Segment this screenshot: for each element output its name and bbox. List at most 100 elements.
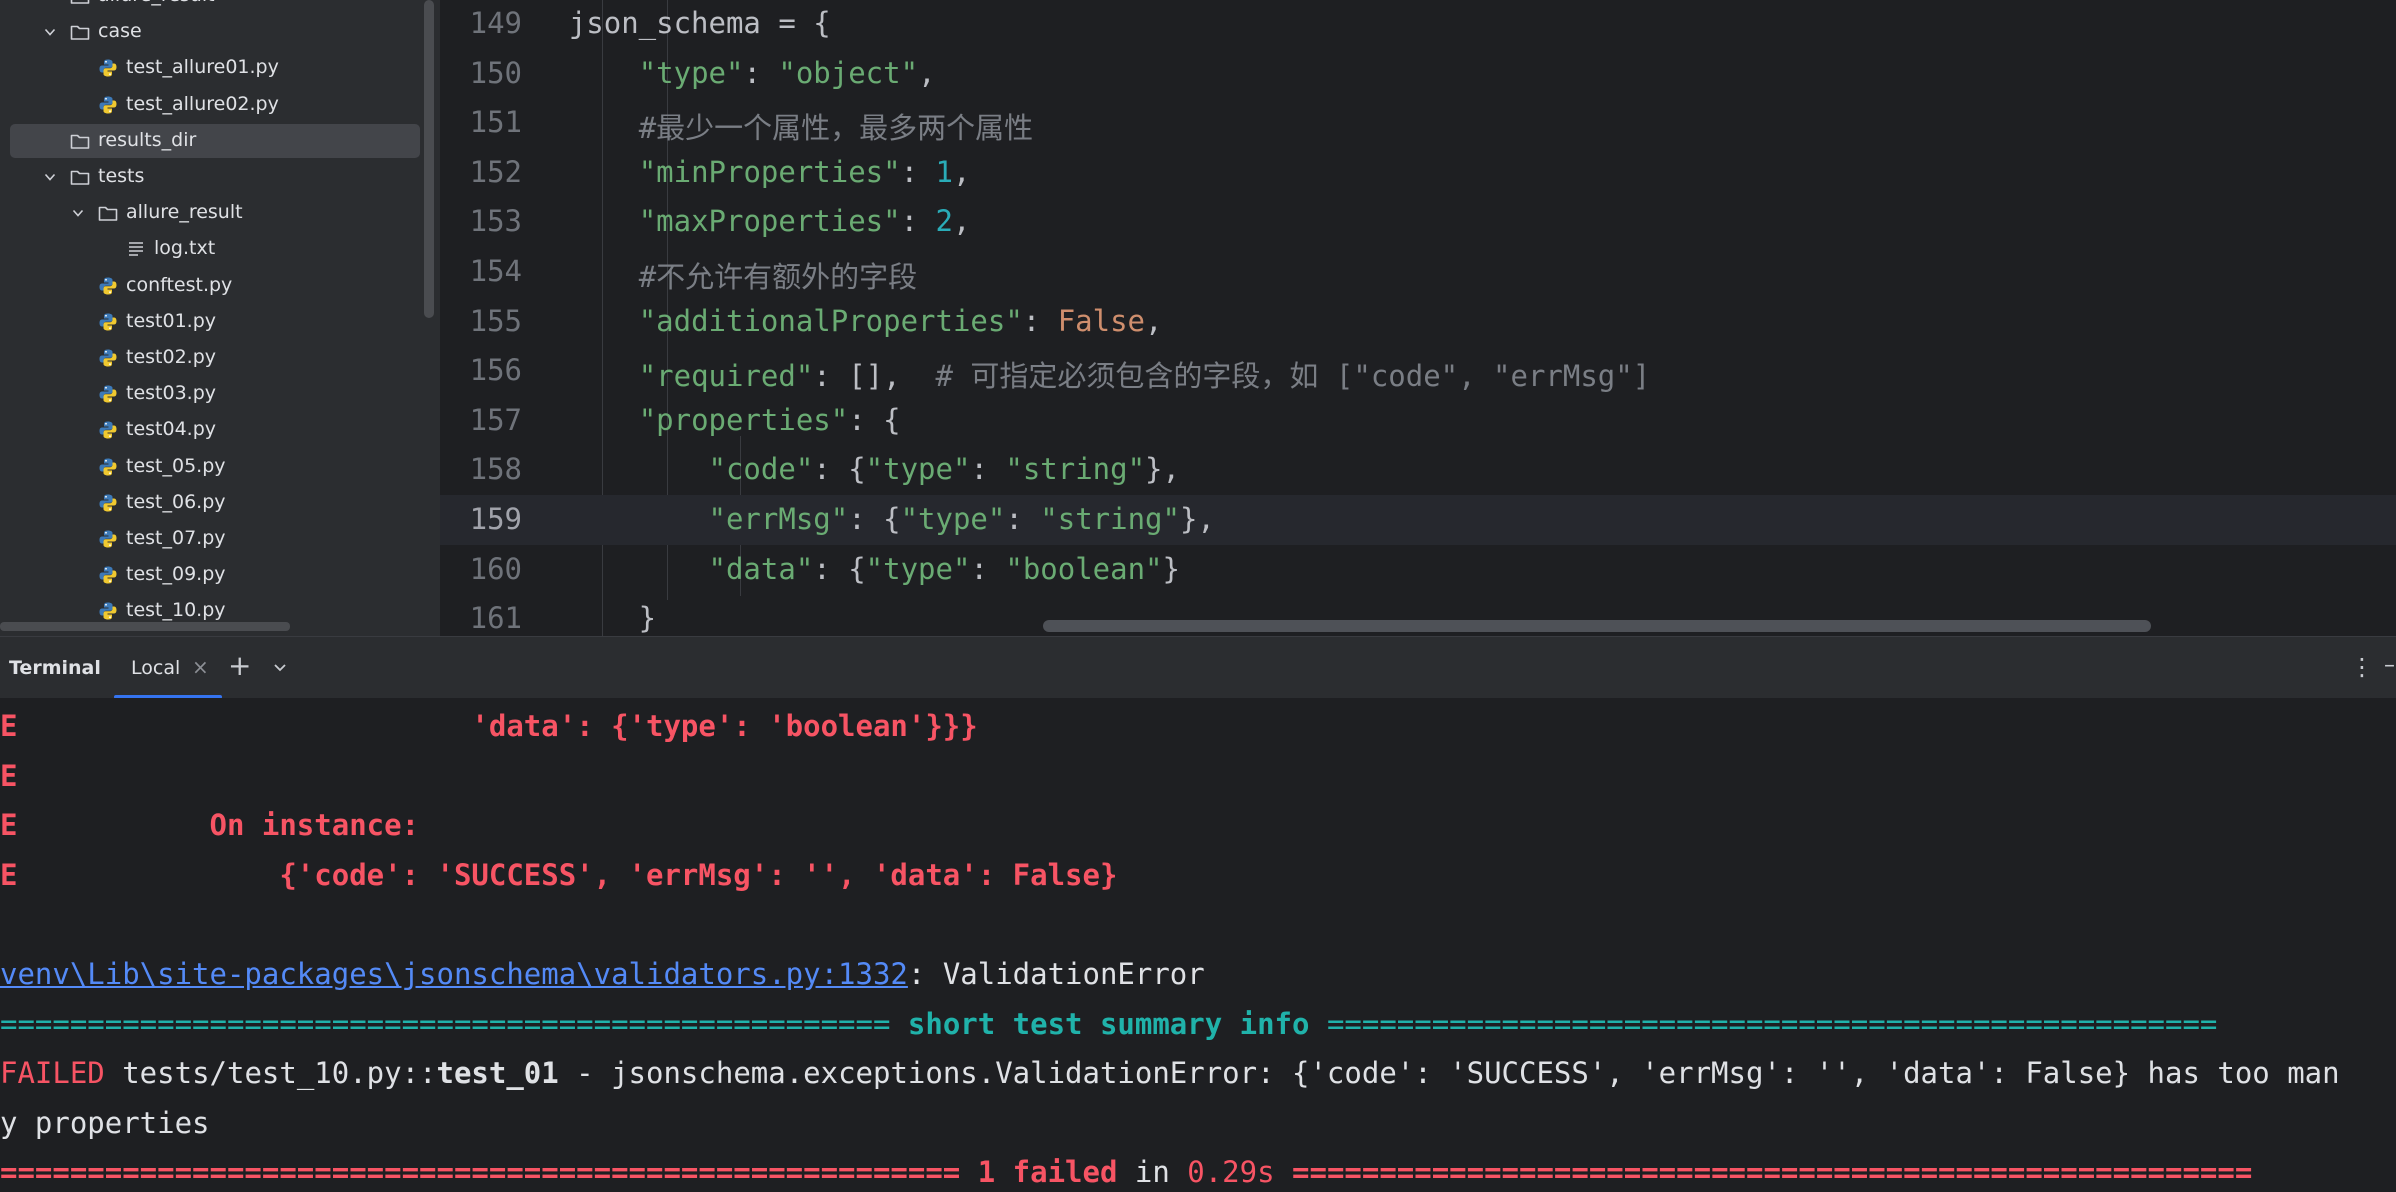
terminal-line: ========================================…: [0, 1006, 2218, 1041]
code-line[interactable]: 153 "maxProperties": 2,: [440, 197, 2396, 247]
chevron-down-icon[interactable]: [43, 25, 57, 39]
terminal-title: Terminal: [9, 657, 101, 679]
tree-item[interactable]: test_allure02.py: [10, 88, 420, 122]
tree-item[interactable]: test_07.py: [10, 522, 420, 556]
python-file-icon: [97, 383, 119, 405]
code-text: "required": [], # 可指定必须包含的字段，如 ["code", …: [638, 359, 1651, 394]
code-text: "minProperties": 1,: [638, 154, 971, 189]
code-line[interactable]: 160 "data": {"type": "boolean"}: [440, 545, 2396, 595]
code-text: json_schema = {: [499, 6, 831, 40]
more-options-icon[interactable]: ⋮: [2350, 653, 2374, 681]
terminal-line: y properties: [0, 1105, 210, 1140]
tab-local-label: Local: [131, 657, 181, 679]
terminal-line: E 'data': {'type': 'boolean'}}}: [0, 709, 978, 743]
tree-item[interactable]: allure_result: [10, 0, 420, 13]
tree-vertical-scrollbar[interactable]: [424, 0, 434, 318]
tree-item[interactable]: allure_result: [10, 196, 420, 230]
python-file-icon: [97, 456, 119, 478]
tree-item-label: test_05.py: [126, 454, 226, 477]
terminal-toolbar: Terminal Local × + ⋮ –: [0, 636, 2396, 699]
folder-icon: [97, 202, 119, 224]
tree-item-label: test_10.py: [126, 599, 226, 622]
code-line[interactable]: 159 "errMsg": {"type": "string"},: [440, 495, 2396, 545]
code-line[interactable]: 151 #最少一个属性，最多两个属性: [440, 98, 2396, 148]
tree-item-label: allure_result: [98, 0, 215, 6]
tree-item-label: test01.py: [126, 309, 217, 332]
code-line[interactable]: 154 #不允许有额外的字段: [440, 247, 2396, 297]
code-line[interactable]: 155 "additionalProperties": False,: [440, 297, 2396, 347]
tree-item[interactable]: tests: [10, 160, 420, 194]
tree-item[interactable]: test01.py: [10, 305, 420, 339]
tree-item-label: log.txt: [154, 237, 216, 260]
code-text: "type": "object",: [638, 55, 936, 90]
tree-item-label: test_allure02.py: [126, 92, 279, 115]
python-file-icon: [97, 492, 119, 514]
tree-horizontal-scrollbar[interactable]: [0, 622, 290, 631]
tree-item-label: test04.py: [126, 418, 217, 441]
text-file-icon: [125, 238, 147, 260]
folder-icon: [69, 0, 91, 7]
tree-item-label: allure_result: [126, 201, 243, 224]
tree-item[interactable]: test_09.py: [10, 558, 420, 592]
tree-item-label: test_06.py: [126, 490, 226, 513]
code-line[interactable]: 149 json_schema = {: [440, 0, 2396, 49]
python-file-icon: [97, 564, 119, 586]
tree-item-label: test03.py: [126, 382, 217, 405]
minimize-icon[interactable]: –: [2384, 653, 2395, 678]
tree-item[interactable]: results_dir: [10, 123, 420, 158]
code-text: "additionalProperties": False,: [638, 303, 1163, 338]
code-text: "maxProperties": 2,: [638, 204, 971, 239]
tree-item-label: test_09.py: [126, 563, 226, 586]
python-file-icon: [97, 419, 119, 441]
code-text: "properties": {: [638, 402, 901, 437]
chevron-down-icon[interactable]: [43, 170, 57, 184]
terminal-line: ========================================…: [0, 1155, 2253, 1190]
terminal-line: FAILED tests/test_10.py::test_01 - jsons…: [0, 1056, 2340, 1091]
python-file-icon: [97, 311, 119, 333]
python-file-icon: [97, 94, 119, 116]
code-line[interactable]: 150 "type": "object",: [440, 49, 2396, 99]
code-line[interactable]: 152 "minProperties": 1,: [440, 148, 2396, 198]
terminal-line: E: [0, 758, 18, 793]
code-line[interactable]: 157 "properties": {: [440, 396, 2396, 446]
code-text: #最少一个属性，最多两个属性: [638, 111, 1034, 146]
tree-item-label: test02.py: [126, 346, 217, 368]
chevron-down-icon[interactable]: [71, 206, 85, 220]
tree-item-label: tests: [98, 165, 145, 187]
file-link[interactable]: venv\Lib\site-packages\jsonschema\valida…: [0, 957, 908, 991]
folder-icon: [69, 166, 91, 188]
tree-item[interactable]: log.txt: [10, 232, 420, 266]
project-tree-panel: allure_resultcasetest_allure01.pytest_al…: [0, 0, 440, 636]
tree-item-label: case: [98, 20, 142, 43]
terminal-line: venv\Lib\site-packages\jsonschema\valida…: [0, 957, 1205, 991]
code-text: "code": {"type": "string"},: [708, 452, 1180, 487]
tree-item[interactable]: test03.py: [10, 377, 420, 411]
code-line[interactable]: 156 "required": [], # 可指定必须包含的字段，如 ["cod…: [440, 346, 2396, 396]
folder-icon: [69, 21, 91, 43]
tree-item[interactable]: test_allure01.py: [10, 51, 420, 85]
tab-local[interactable]: Local ×: [114, 637, 222, 699]
code-editor[interactable]: 149 json_schema = {150 "type": "object",…: [440, 0, 2396, 636]
tree-item[interactable]: test_06.py: [10, 486, 420, 520]
terminal-line: E On instance:: [0, 808, 420, 843]
tree-item-label: conftest.py: [126, 273, 233, 296]
chevron-down-icon[interactable]: [272, 659, 288, 675]
tree-item[interactable]: case: [10, 15, 420, 49]
code-text: }: [499, 601, 657, 636]
tree-item[interactable]: test_05.py: [10, 450, 420, 484]
python-file-icon: [97, 528, 119, 550]
tree-item-label: test_07.py: [126, 527, 226, 549]
python-file-icon: [97, 275, 119, 297]
tree-item[interactable]: conftest.py: [10, 269, 420, 303]
terminal-output[interactable]: E 'data': {'type': 'boolean'}}} E E On ins…: [0, 698, 2396, 1192]
tree-item-label: results_dir: [98, 128, 197, 151]
tree-item-label: test_allure01.py: [126, 56, 279, 79]
editor-horizontal-scrollbar[interactable]: [1043, 620, 2151, 632]
tree-item[interactable]: test04.py: [10, 413, 420, 447]
new-terminal-icon[interactable]: +: [228, 649, 251, 682]
tree-item[interactable]: test02.py: [10, 341, 420, 375]
close-tab-icon[interactable]: ×: [192, 655, 209, 679]
code-line[interactable]: 158 "code": {"type": "string"},: [440, 445, 2396, 495]
code-text: "errMsg": {"type": "string"},: [708, 502, 1215, 536]
